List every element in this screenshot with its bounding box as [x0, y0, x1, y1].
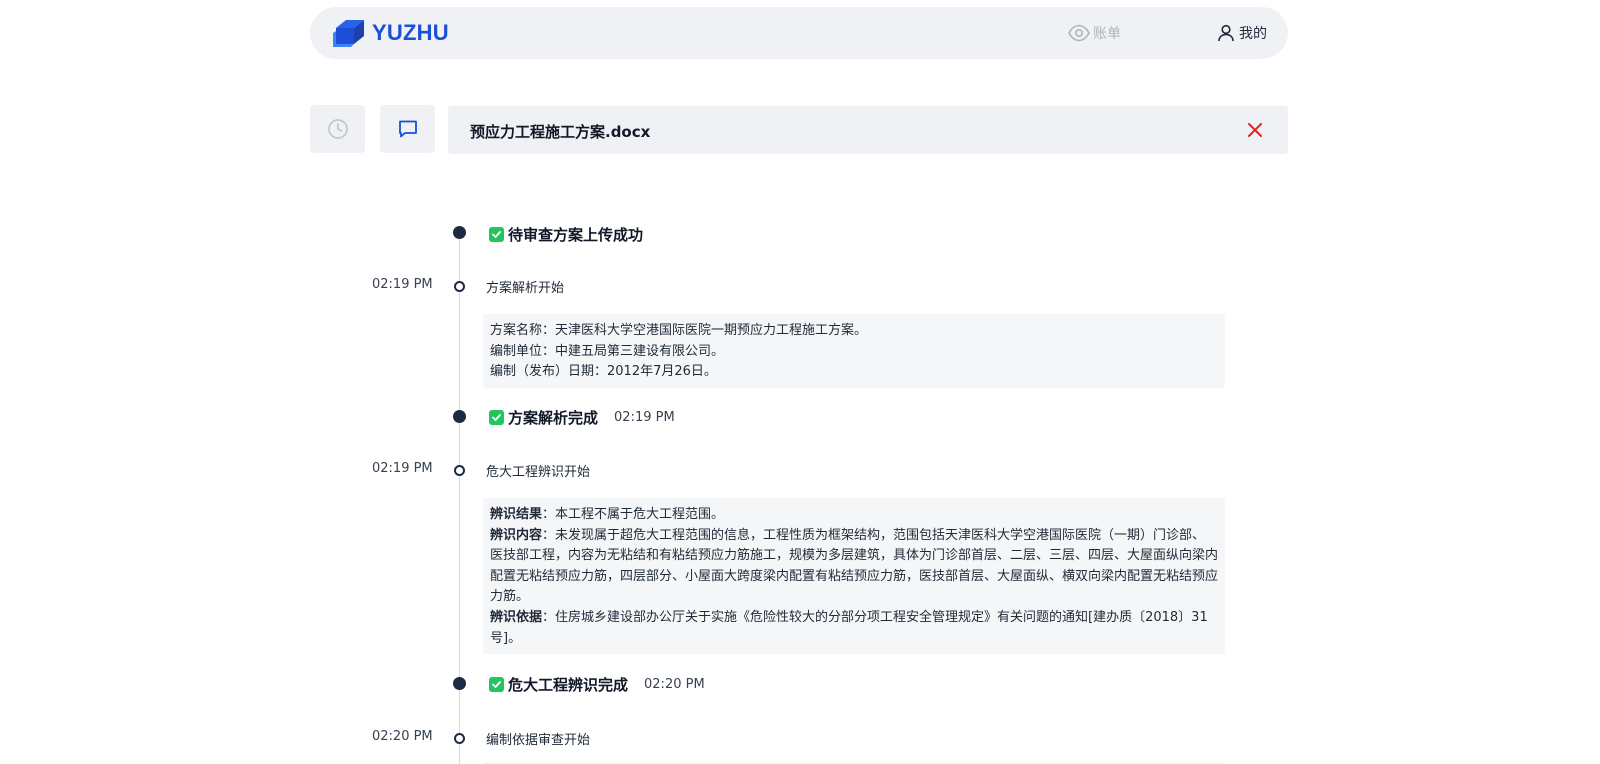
parse-info-box: 方案名称：天津医科大学空港国际医院一期预应力工程施工方案。 编制单位：中建五局第… — [483, 314, 1225, 388]
milestone-title: 危大工程辨识完成 — [508, 676, 629, 694]
milestone-identification-complete: 危大工程辨识完成 02:20 PM — [489, 674, 705, 695]
close-icon[interactable] — [1244, 119, 1266, 141]
timeline-dot-hollow — [454, 465, 465, 476]
milestone-parse-complete: 方案解析完成 02:19 PM — [489, 407, 675, 428]
basis-row: 辨识依据：住房城乡建设部办公厅关于实施《危险性较大的分部分项工程安全管理规定》有… — [490, 608, 1218, 649]
check-icon — [489, 410, 504, 425]
top-header: YUZHU 账单 我的 — [310, 7, 1288, 59]
nav-mine[interactable]: 我的 — [1216, 23, 1267, 43]
milestone-time: 02:20 PM — [644, 677, 705, 692]
eye-icon — [1068, 24, 1090, 42]
milestone-title: 待审查方案上传成功 — [508, 226, 644, 244]
nav-bill-label: 账单 — [1093, 26, 1121, 42]
timeline-dot-filled — [453, 410, 466, 423]
clock-icon — [327, 119, 348, 139]
step-title: 方案解析开始 — [486, 281, 565, 296]
basis-text: ：住房城乡建设部办公厅关于实施《危险性较大的分部分项工程安全管理规定》有关问题的… — [490, 609, 1208, 646]
info-line: 编制单位：中建五局第三建设有限公司。 — [490, 343, 725, 359]
identification-info-box: 辨识结果：本工程不属于危大工程范围。 辨识内容：未发现属于超危大工程范围的信息，… — [483, 498, 1225, 654]
result-text: ：本工程不属于危大工程范围。 — [542, 507, 725, 522]
content-label: 辨识内容 — [490, 527, 543, 543]
info-line: 编制（发布）日期：2012年7月26日。 — [490, 364, 717, 380]
chat-button[interactable] — [380, 105, 435, 153]
history-button[interactable] — [310, 105, 365, 153]
file-name: 预应力工程施工方案.docx — [470, 123, 651, 141]
step-title: 编制依据审查开始 — [486, 733, 591, 748]
check-icon — [489, 677, 504, 692]
milestone-title: 方案解析完成 — [508, 409, 599, 427]
logo-text: YUZHU — [372, 20, 449, 45]
file-bar: 预应力工程施工方案.docx — [448, 106, 1288, 154]
step-time: 02:19 PM — [372, 277, 433, 292]
milestone-upload-success: 待审查方案上传成功 — [489, 224, 643, 245]
timeline-dot-filled — [453, 677, 466, 690]
basis-label: 辨识依据 — [490, 609, 543, 625]
step-title: 危大工程辨识开始 — [486, 465, 591, 480]
chat-icon — [398, 120, 417, 138]
user-icon — [1218, 24, 1234, 42]
nav-bill[interactable]: 账单 — [1068, 23, 1121, 43]
info-line: 方案名称：天津医科大学空港国际医院一期预应力工程施工方案。 — [490, 323, 868, 338]
nav-mine-label: 我的 — [1239, 26, 1267, 42]
timeline-dot-hollow — [454, 733, 465, 744]
timeline-dot-hollow — [454, 281, 465, 292]
milestone-time: 02:19 PM — [614, 410, 675, 425]
result-row: 辨识结果：本工程不属于危大工程范围。 — [490, 505, 1218, 526]
timeline-dot-filled — [453, 226, 466, 239]
content-text: ：未发现属于超危大工程范围的信息，工程性质为框架结构，范围包括天津医科大学空港国… — [490, 527, 1219, 605]
step-time: 02:20 PM — [372, 729, 433, 744]
content-row: 辨识内容：未发现属于超危大工程范围的信息，工程性质为框架结构，范围包括天津医科大… — [490, 526, 1218, 608]
result-label: 辨识结果 — [490, 507, 543, 522]
logo-mark-icon — [333, 20, 364, 47]
check-icon — [489, 227, 504, 242]
logo[interactable]: YUZHU — [332, 18, 449, 48]
step-time: 02:19 PM — [372, 461, 433, 476]
